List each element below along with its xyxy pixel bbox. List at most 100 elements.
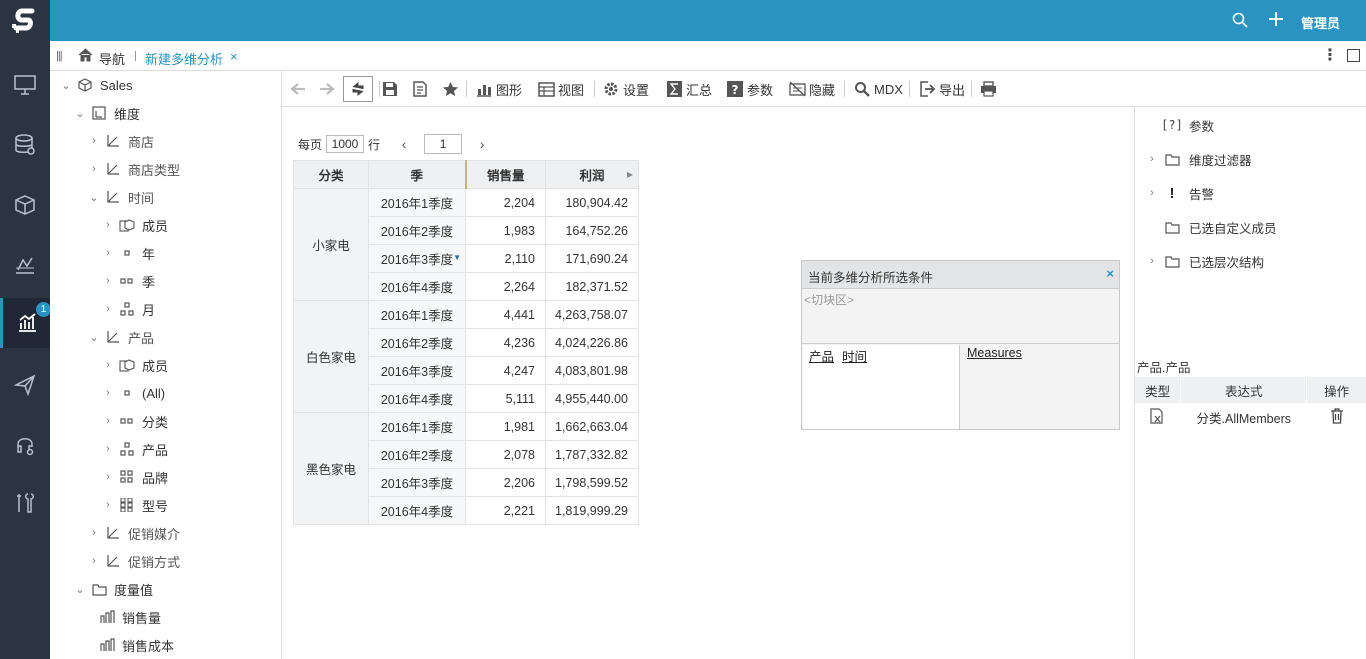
tree-item[interactable]: ⌄ 产品: [88, 323, 154, 351]
row-field[interactable]: 产品: [809, 350, 834, 364]
add-button[interactable]: [1267, 10, 1285, 31]
panel-item[interactable]: › 维度过滤器: [1135, 147, 1251, 171]
column-axis-area[interactable]: Measures: [961, 345, 1118, 429]
tree-measure-item[interactable]: 销售成本: [94, 631, 174, 659]
tree-dimensions[interactable]: ⌄ 维度: [74, 99, 140, 127]
user-menu[interactable]: 管理员: [1301, 13, 1340, 32]
slicer-area[interactable]: <切块区>: [802, 289, 1119, 344]
header-qty[interactable]: 销售量: [465, 160, 546, 189]
season-cell[interactable]: 2016年4季度: [368, 272, 466, 301]
tree-item[interactable]: › 促销方式: [88, 547, 180, 575]
tree-item[interactable]: › 季: [102, 267, 155, 295]
chevron-right-icon[interactable]: ›: [102, 247, 114, 259]
chevron-right-icon[interactable]: ›: [102, 471, 114, 483]
chart-button[interactable]: 图形: [475, 78, 522, 100]
back-button[interactable]: [290, 78, 306, 100]
season-cell[interactable]: 2016年3季度: [368, 356, 466, 385]
category-cell[interactable]: 白色家电: [293, 300, 369, 413]
tree-item[interactable]: › 产品: [102, 435, 168, 463]
chevron-right-icon[interactable]: ›: [1145, 187, 1159, 199]
chevron-right-icon[interactable]: ›: [1145, 255, 1159, 267]
chevron-right-icon[interactable]: ›: [102, 303, 114, 315]
params-button[interactable]: ? 参数: [726, 78, 773, 100]
tree-item[interactable]: › 成员: [102, 351, 168, 379]
home-icon[interactable]: [78, 48, 93, 65]
chevron-right-icon[interactable]: ›: [102, 415, 114, 427]
season-cell[interactable]: 2016年1季度: [368, 188, 466, 217]
header-category[interactable]: 分类: [293, 160, 369, 189]
per-page-input[interactable]: 1000: [326, 135, 365, 153]
tree-item[interactable]: › 月: [102, 295, 155, 323]
season-cell[interactable]: 2016年1季度: [368, 412, 466, 441]
delete-button[interactable]: [1307, 403, 1366, 431]
tree-measure-item[interactable]: 销售量: [94, 603, 161, 631]
column-field[interactable]: Measures: [967, 346, 1022, 360]
nav-tools[interactable]: [0, 478, 50, 528]
row-field[interactable]: 时间: [842, 350, 867, 364]
nav-send[interactable]: [0, 360, 50, 410]
page-number-input[interactable]: 1: [424, 134, 463, 154]
nav-monitor[interactable]: [0, 60, 50, 110]
chevron-right-icon[interactable]: ›: [102, 387, 114, 399]
maximize-icon[interactable]: [1347, 49, 1360, 62]
category-cell[interactable]: 小家电: [293, 188, 369, 301]
more-options-icon[interactable]: ⋮: [1322, 45, 1338, 65]
tree-item[interactable]: › 商店: [88, 127, 154, 155]
print-button[interactable]: [980, 78, 997, 100]
panel-item[interactable]: › 已选层次结构: [1135, 249, 1264, 273]
season-cell[interactable]: 2016年2季度: [368, 440, 466, 469]
tab-navigation[interactable]: 导航: [99, 49, 125, 68]
prev-page-button[interactable]: ‹: [394, 136, 414, 152]
chevron-down-icon[interactable]: ⌄: [88, 331, 100, 344]
search-button[interactable]: [1232, 12, 1248, 31]
season-cell[interactable]: 2016年2季度: [368, 216, 466, 245]
chevron-right-icon[interactable]: ›: [102, 219, 114, 231]
category-cell[interactable]: 黑色家电: [293, 412, 369, 525]
chevron-right-icon[interactable]: ›: [88, 527, 100, 539]
chevron-right-icon[interactable]: ›: [88, 135, 100, 147]
season-cell[interactable]: 2016年1季度: [368, 300, 466, 329]
next-page-button[interactable]: ›: [472, 136, 492, 152]
chevron-right-icon[interactable]: ›: [1145, 153, 1159, 165]
summary-button[interactable]: 汇总: [665, 78, 712, 100]
season-cell[interactable]: 2016年3季度: [368, 468, 466, 497]
tree-item[interactable]: › 型号: [102, 491, 168, 519]
panel-item[interactable]: 已选自定义成员: [1135, 215, 1277, 239]
tree-item[interactable]: › (All): [102, 379, 165, 407]
season-cell[interactable]: 2016年3季度 ▼: [368, 244, 466, 273]
hide-button[interactable]: 隐藏: [788, 78, 835, 100]
panel-item[interactable]: ›! 告警: [1135, 181, 1214, 205]
tab-close-button[interactable]: ×: [230, 49, 238, 64]
tree-item[interactable]: › 成员: [102, 211, 168, 239]
save-as-button[interactable]: [412, 78, 428, 100]
export-button[interactable]: 导出: [918, 78, 965, 100]
chevron-right-icon[interactable]: ›: [102, 443, 114, 455]
app-logo[interactable]: [0, 0, 50, 41]
tree-item[interactable]: › 促销媒介: [88, 519, 180, 547]
tree-measures[interactable]: ⌄ 度量值: [74, 575, 153, 603]
chevron-right-icon[interactable]: ›: [102, 499, 114, 511]
season-cell[interactable]: 2016年2季度: [368, 328, 466, 357]
nav-database[interactable]: [0, 120, 50, 170]
tree-cube-sales[interactable]: ⌄ Sales: [60, 71, 132, 99]
chevron-right-icon[interactable]: ›: [102, 359, 114, 371]
tree-item[interactable]: › 分类: [102, 407, 168, 435]
close-icon[interactable]: ×: [1106, 266, 1114, 281]
tree-item[interactable]: › 年: [102, 239, 155, 267]
nav-support[interactable]: [0, 420, 50, 470]
nav-cube[interactable]: [0, 180, 50, 230]
tree-item[interactable]: › 商店类型: [88, 155, 180, 183]
header-profit[interactable]: 利润 ▶: [545, 160, 639, 189]
tab-new-analysis[interactable]: 新建多维分析: [145, 49, 223, 68]
header-season[interactable]: 季: [368, 160, 467, 189]
row-axis-area[interactable]: 产品 时间: [803, 345, 960, 429]
season-cell[interactable]: 2016年4季度: [368, 496, 466, 525]
nav-analysis[interactable]: 1: [0, 298, 51, 348]
expression-value[interactable]: 分类.AllMembers: [1181, 403, 1307, 431]
chevron-right-icon[interactable]: ›: [88, 163, 100, 175]
chevron-right-icon[interactable]: ›: [88, 555, 100, 567]
mdx-button[interactable]: MDX: [853, 78, 903, 100]
favorite-button[interactable]: [442, 78, 459, 100]
tree-item[interactable]: ⌄ 时间: [88, 183, 154, 211]
menu-grip-icon[interactable]: |||: [56, 50, 63, 62]
